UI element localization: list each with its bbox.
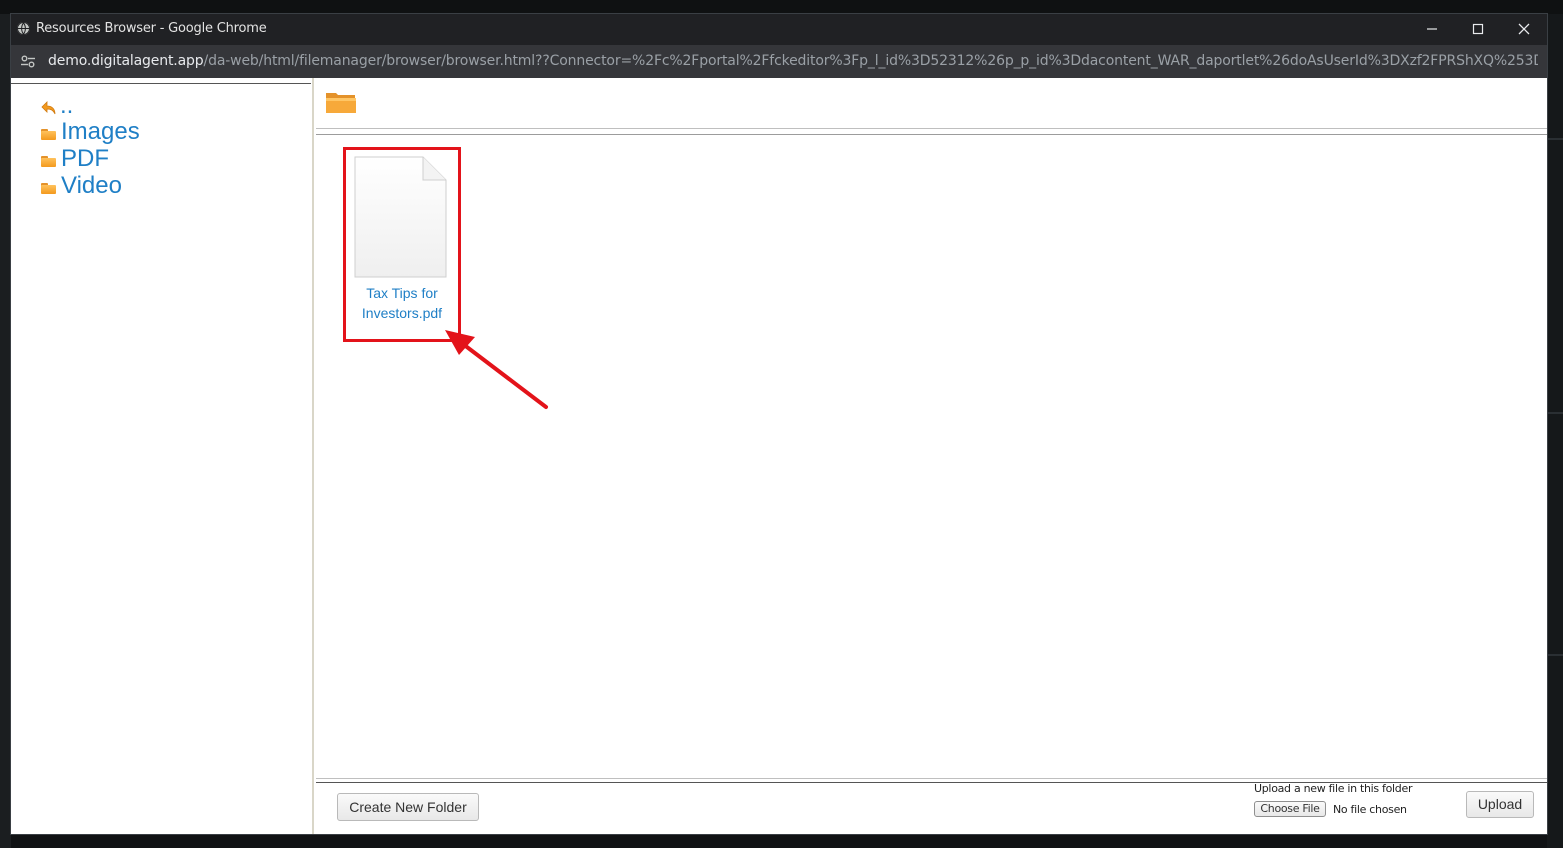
folder-icon: [41, 183, 56, 194]
no-file-chosen-text: No file chosen: [1333, 803, 1407, 816]
choose-file-button[interactable]: Choose File: [1254, 801, 1326, 817]
window-title: Resources Browser - Google Chrome: [36, 21, 267, 36]
url-path: /da-web/html/filemanager/browser/browser…: [203, 53, 1538, 69]
upload-button[interactable]: Upload: [1466, 791, 1534, 818]
file-name-line-1: Tax Tips for: [366, 285, 438, 301]
close-button[interactable]: [1501, 14, 1547, 45]
file-list-pane: Tax Tips for Investors.pdf Create New Fo…: [316, 78, 1547, 834]
background-strip-top: [0, 0, 1563, 14]
back-arrow-icon: [41, 101, 56, 115]
tree-item-label: Video: [61, 172, 122, 199]
divider: [11, 83, 311, 84]
minimize-button[interactable]: [1409, 14, 1455, 45]
tree-item-parent[interactable]: ..: [41, 92, 73, 120]
upload-label: Upload a new file in this folder: [1254, 782, 1413, 795]
create-new-folder-button[interactable]: Create New Folder: [337, 793, 479, 821]
tree-item-video[interactable]: Video: [41, 172, 122, 200]
close-icon: [1518, 23, 1530, 35]
background-strip-left: [0, 14, 11, 848]
address-bar[interactable]: demo.digitalagent.app/da-web/html/filema…: [11, 45, 1547, 78]
globe-icon: [17, 22, 30, 35]
file-name[interactable]: Tax Tips for Investors.pdf: [343, 283, 461, 323]
tree-item-label: ..: [60, 92, 74, 119]
file-manager: .. Images PDF Video Tax Tips for Investo…: [11, 78, 1547, 834]
folder-tree-pane: .. Images PDF Video: [11, 78, 314, 834]
chrome-popup-window: Resources Browser - Google Chrome demo.d…: [11, 14, 1547, 834]
minimize-icon: [1427, 28, 1437, 30]
url-text[interactable]: demo.digitalagent.app/da-web/html/filema…: [48, 53, 1538, 69]
tree-item-label: Images: [61, 118, 140, 145]
file-grid: Tax Tips for Investors.pdf: [316, 135, 1547, 778]
current-folder-icon[interactable]: [325, 90, 357, 114]
maximize-icon: [1472, 23, 1484, 35]
site-settings-icon[interactable]: [21, 55, 35, 68]
url-host: demo.digitalagent.app: [48, 53, 204, 69]
tree-item-images[interactable]: Images: [41, 118, 140, 146]
toolbar: [316, 78, 1547, 129]
title-bar: Resources Browser - Google Chrome: [11, 14, 1547, 45]
background-strip-right: [1547, 14, 1563, 848]
maximize-button[interactable]: [1455, 14, 1501, 45]
file-name-line-2: Investors.pdf: [361, 305, 443, 321]
bottom-bar: Create New Folder Upload a new file in t…: [316, 778, 1547, 834]
divider: [316, 778, 1547, 779]
file-item-tax-tips[interactable]: Tax Tips for Investors.pdf: [343, 146, 457, 336]
document-icon: [354, 156, 447, 278]
tree-item-pdf[interactable]: PDF: [41, 145, 109, 173]
tree-item-label: PDF: [61, 145, 109, 172]
folder-icon: [41, 129, 56, 140]
folder-icon: [41, 156, 56, 167]
